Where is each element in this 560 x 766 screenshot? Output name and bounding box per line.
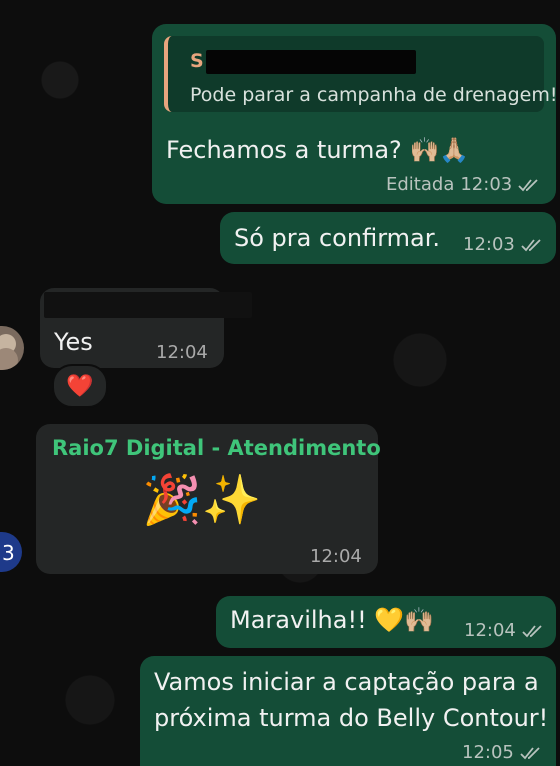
message-time: 12:03 — [463, 234, 515, 255]
message-bubble-vamos[interactable]: Vamos iniciar a captação para a próxima … — [140, 656, 556, 766]
message-time: 12:04 — [464, 620, 516, 641]
message-text-content: Maravilha!! — [230, 606, 367, 634]
message-text-content: Fechamos a turma? — [166, 136, 402, 164]
message-bubble-fechamos[interactable]: S Pode parar a campanha de drenagem! Fec… — [152, 24, 557, 204]
redacted-name-bar — [206, 50, 416, 74]
message-time: 12:05 — [462, 742, 514, 763]
double-check-icon — [520, 746, 542, 760]
message-text: Só pra confirmar. — [234, 224, 441, 252]
edited-label: Editada — [386, 174, 455, 195]
message-time: 12:03 — [460, 174, 513, 195]
double-check-icon — [518, 178, 540, 192]
message-meta: Editada 12:03 — [386, 174, 540, 195]
quoted-sender-name: S — [190, 50, 204, 72]
message-time: 12:04 — [156, 342, 208, 363]
message-meta: 12:04 — [464, 620, 544, 641]
message-text: Maravilha!! 💛🙌🏼 — [230, 606, 434, 634]
heart-icon: ❤️ — [66, 373, 94, 399]
message-time: 12:04 — [310, 546, 362, 567]
message-bubble-raio7[interactable]: Raio7 Digital - Atendimento 🎉✨ 12:04 — [36, 424, 381, 574]
sender-name: Raio7 Digital - Atendimento — [52, 436, 381, 460]
emoji-raised-hands-pray: 🙌🏼🙏🏼 — [409, 136, 470, 164]
message-bubble-yes[interactable]: Yes 12:04 — [40, 288, 252, 368]
reaction-heart[interactable]: ❤️ — [52, 364, 108, 408]
message-text-line2: próxima turma do Belly Contour! — [154, 704, 549, 732]
message-bubble-maravilha[interactable]: Maravilha!! 💛🙌🏼 12:04 — [216, 596, 556, 648]
message-bubble-confirmar[interactable]: Só pra confirmar. 12:03 — [220, 212, 556, 264]
svg-text:3: 3 — [2, 541, 15, 565]
message-meta: 12:03 — [463, 234, 543, 255]
message-text: Yes — [54, 328, 93, 356]
message-text: Fechamos a turma? 🙌🏼🙏🏼 — [166, 136, 469, 164]
double-check-icon — [522, 624, 544, 638]
quoted-text: Pode parar a campanha de drenagem! — [190, 84, 558, 106]
message-meta: 12:05 — [462, 742, 542, 763]
double-check-icon — [521, 238, 543, 252]
message-text-line1: Vamos iniciar a captação para a — [154, 668, 539, 696]
quoted-message[interactable]: S Pode parar a campanha de drenagem! — [164, 36, 557, 112]
emoji-heart-hands: 💛🙌🏼 — [374, 606, 435, 634]
emoji-party-sparkles: 🎉✨ — [142, 472, 262, 528]
redacted-sender-name — [44, 292, 252, 318]
